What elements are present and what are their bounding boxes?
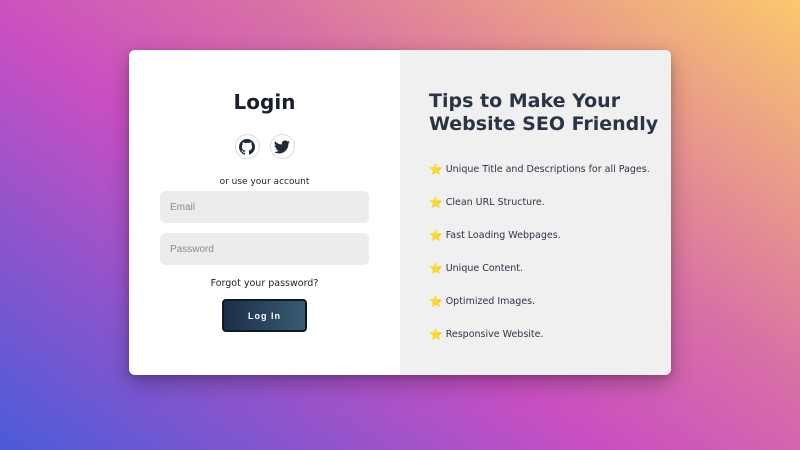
tip-text: Responsive Website. <box>445 329 544 340</box>
password-field[interactable] <box>160 233 369 265</box>
login-card: Login or use your account Forgot your pa… <box>129 50 671 375</box>
list-item: ⭐ Unique Content. <box>429 252 671 285</box>
tip-text: Unique Title and Descriptions for all Pa… <box>445 164 650 175</box>
star-icon: ⭐ <box>429 328 443 341</box>
list-item: ⭐ Clean URL Structure. <box>429 186 671 219</box>
tip-text: Unique Content. <box>445 263 524 274</box>
tip-text: Clean URL Structure. <box>445 197 545 208</box>
tips-panel: Tips to Make Your Website SEO Friendly ⭐… <box>400 50 671 375</box>
login-button[interactable]: Log In <box>222 299 307 332</box>
list-item: ⭐ Responsive Website. <box>429 318 671 351</box>
star-icon: ⭐ <box>429 295 443 308</box>
login-panel: Login or use your account Forgot your pa… <box>129 50 400 375</box>
list-item: ⭐ Fast Loading Webpages. <box>429 219 671 252</box>
tips-list: ⭐ Unique Title and Descriptions for all P… <box>429 153 671 351</box>
star-icon: ⭐ <box>429 196 443 209</box>
github-icon <box>239 138 255 155</box>
list-item: ⭐ Optimized Images. <box>429 285 671 318</box>
twitter-login-button[interactable] <box>269 134 295 159</box>
tips-title: Tips to Make Your Website SEO Friendly <box>429 90 659 135</box>
alt-login-caption: or use your account <box>219 177 310 187</box>
login-title: Login <box>233 90 296 114</box>
star-icon: ⭐ <box>429 163 443 176</box>
star-icon: ⭐ <box>429 229 443 242</box>
star-icon: ⭐ <box>429 262 443 275</box>
list-item: ⭐ Unique Title and Descriptions for all P… <box>429 153 671 186</box>
github-login-button[interactable] <box>234 134 260 159</box>
forgot-password-link[interactable]: Forgot your password? <box>129 278 400 289</box>
email-field[interactable] <box>160 191 369 223</box>
twitter-icon <box>274 139 290 153</box>
social-login-group <box>129 134 400 159</box>
tip-text: Fast Loading Webpages. <box>445 230 561 241</box>
tip-text: Optimized Images. <box>445 296 536 307</box>
